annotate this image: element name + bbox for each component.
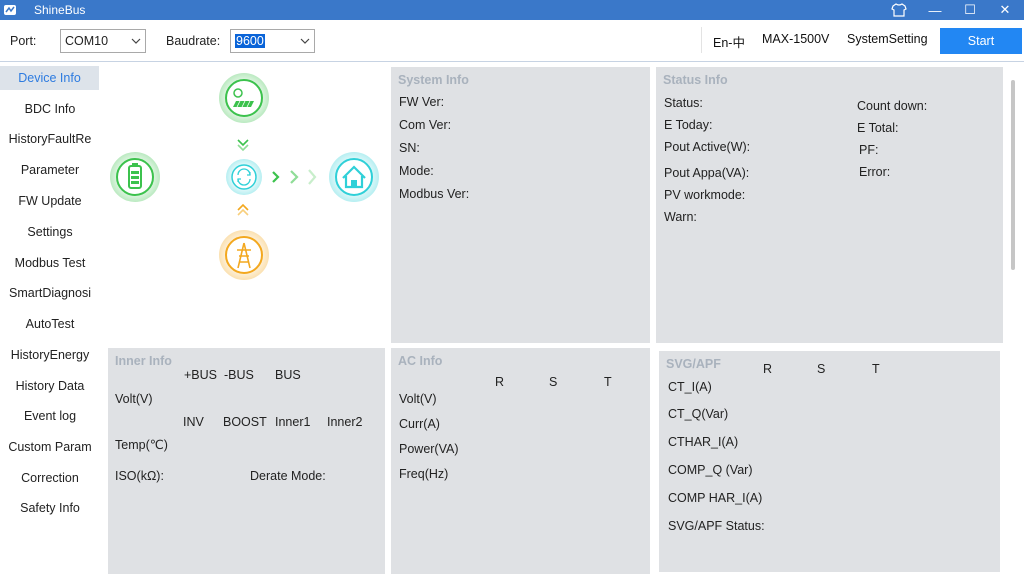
- phase-r-header: R: [763, 362, 773, 376]
- chevron-down-icon: [131, 38, 141, 44]
- solar-panel-icon: [219, 73, 269, 123]
- panel-title: AC Info: [398, 354, 443, 368]
- sidebar: Device Info BDC Info HistoryFaultRe Para…: [0, 63, 104, 576]
- fw-ver-label: FW Ver:: [399, 95, 445, 109]
- pf-label: PF:: [859, 143, 879, 157]
- e-total-label: E Total:: [857, 121, 899, 135]
- inverter-icon: [226, 159, 262, 195]
- svg-apf-panel: SVG/APF R S T CT_I(A) CT_Q(Var) CTHAR_I(…: [659, 351, 1000, 572]
- window-title: ShineBus: [34, 3, 86, 17]
- model-button[interactable]: MAX-1500V: [762, 32, 829, 46]
- sidebar-item-safety-info[interactable]: Safety Info: [0, 496, 100, 520]
- maximize-button[interactable]: ☐: [955, 0, 985, 20]
- bus-minus-header: -BUS: [224, 368, 254, 382]
- derate-mode-label: Derate Mode:: [250, 469, 326, 483]
- sidebar-item-bdc-info[interactable]: BDC Info: [0, 97, 100, 121]
- battery-icon: [110, 152, 160, 202]
- arrow-right-icon: [272, 169, 317, 185]
- ac-volt-label: Volt(V): [399, 392, 437, 406]
- iso-label: ISO(kΩ):: [115, 469, 164, 483]
- chevron-down-icon: [300, 38, 310, 44]
- sidebar-item-autotest[interactable]: AutoTest: [0, 312, 100, 336]
- sidebar-item-history-energy[interactable]: HistoryEnergy: [0, 343, 100, 367]
- app-logo-icon: [4, 5, 16, 15]
- panel-title: SVG/APF: [666, 357, 721, 371]
- e-today-label: E Today:: [664, 118, 713, 132]
- grid-tower-icon: [219, 230, 269, 280]
- warn-label: Warn:: [664, 210, 697, 224]
- mode-label: Mode:: [399, 164, 434, 178]
- start-button[interactable]: Start: [940, 28, 1022, 54]
- phase-s-header: S: [549, 375, 558, 389]
- temp-label: Temp(℃): [115, 438, 168, 452]
- sn-label: SN:: [399, 141, 420, 155]
- pout-appa-label: Pout Appa(VA):: [664, 166, 750, 180]
- port-select[interactable]: COM10: [60, 29, 146, 53]
- comp-har-i-label: COMP HAR_I(A): [668, 491, 763, 505]
- sidebar-item-parameter[interactable]: Parameter: [0, 158, 100, 182]
- bus-header: BUS: [275, 368, 301, 382]
- top-right-menu: En-中 MAX-1500V SystemSetting: [701, 27, 937, 53]
- system-setting-button[interactable]: SystemSetting: [847, 32, 928, 46]
- ac-info-panel: AC Info R S T Volt(V) Curr(A) Power(VA) …: [391, 348, 650, 574]
- comp-q-label: COMP_Q (Var): [668, 463, 753, 477]
- phase-s-header: S: [817, 362, 826, 376]
- system-info-panel: System Info FW Ver: Com Ver: SN: Mode: M…: [391, 67, 650, 343]
- sidebar-item-history-fault[interactable]: HistoryFaultRe: [0, 127, 100, 151]
- energy-flow-diagram: [110, 73, 379, 280]
- status-info-panel: Status Info Status: E Today: Pout Active…: [656, 67, 1003, 343]
- status-label: Status:: [664, 96, 703, 110]
- volt-label: Volt(V): [115, 392, 153, 406]
- sidebar-item-custom-param[interactable]: Custom Param: [0, 435, 100, 459]
- baudrate-value: 9600: [235, 34, 265, 48]
- sidebar-item-settings[interactable]: Settings: [0, 220, 100, 244]
- ac-power-label: Power(VA): [399, 442, 459, 456]
- sidebar-item-smart-diagnosis[interactable]: SmartDiagnosi: [0, 281, 100, 305]
- arrow-up-icon: [237, 203, 249, 216]
- sidebar-item-event-log[interactable]: Event log: [0, 404, 100, 428]
- close-button[interactable]: ✕: [990, 0, 1020, 20]
- boost-header: BOOST: [223, 415, 267, 429]
- error-label: Error:: [859, 165, 891, 179]
- home-icon: [329, 152, 379, 202]
- count-down-label: Count down:: [857, 99, 928, 113]
- pout-active-label: Pout Active(W):: [664, 140, 751, 154]
- svg-apf-status-label: SVG/APF Status:: [668, 519, 765, 533]
- baudrate-label: Baudrate:: [166, 34, 221, 48]
- phase-t-header: T: [604, 375, 612, 389]
- pv-workmode-label: PV workmode:: [664, 188, 746, 202]
- sidebar-item-fw-update[interactable]: FW Update: [0, 189, 100, 213]
- phase-t-header: T: [872, 362, 880, 376]
- com-ver-label: Com Ver:: [399, 118, 452, 132]
- inv-header: INV: [183, 415, 204, 429]
- port-value: COM10: [65, 34, 109, 48]
- ct-i-label: CT_I(A): [668, 380, 712, 394]
- panel-title: Status Info: [663, 73, 728, 87]
- minimize-button[interactable]: —: [920, 0, 950, 20]
- sidebar-item-history-data[interactable]: History Data: [0, 374, 100, 398]
- inner2-header: Inner2: [327, 415, 363, 429]
- vertical-scrollbar[interactable]: [1011, 80, 1015, 270]
- sidebar-item-device-info[interactable]: Device Info: [0, 66, 99, 90]
- ac-curr-label: Curr(A): [399, 417, 440, 431]
- bus-plus-header: +BUS: [184, 368, 218, 382]
- sidebar-item-correction[interactable]: Correction: [0, 466, 100, 490]
- ct-q-label: CT_Q(Var): [668, 407, 729, 421]
- language-button[interactable]: En-中: [713, 32, 745, 51]
- port-label: Port:: [10, 34, 37, 48]
- panel-title: System Info: [398, 73, 469, 87]
- phase-r-header: R: [495, 375, 505, 389]
- inner-info-panel: Inner Info +BUS -BUS BUS Volt(V) INV BOO…: [108, 348, 385, 574]
- cthar-i-label: CTHAR_I(A): [668, 435, 739, 449]
- title-bar: ShineBus — ☐ ✕: [0, 0, 1024, 20]
- baudrate-select[interactable]: 9600: [230, 29, 315, 53]
- skin-icon[interactable]: [884, 0, 914, 20]
- panel-title: Inner Info: [115, 354, 172, 368]
- arrow-down-icon: [237, 139, 249, 152]
- sidebar-item-modbus-test[interactable]: Modbus Test: [0, 251, 100, 275]
- modbus-ver-label: Modbus Ver:: [399, 187, 470, 201]
- ac-freq-label: Freq(Hz): [399, 467, 449, 481]
- inner1-header: Inner1: [275, 415, 311, 429]
